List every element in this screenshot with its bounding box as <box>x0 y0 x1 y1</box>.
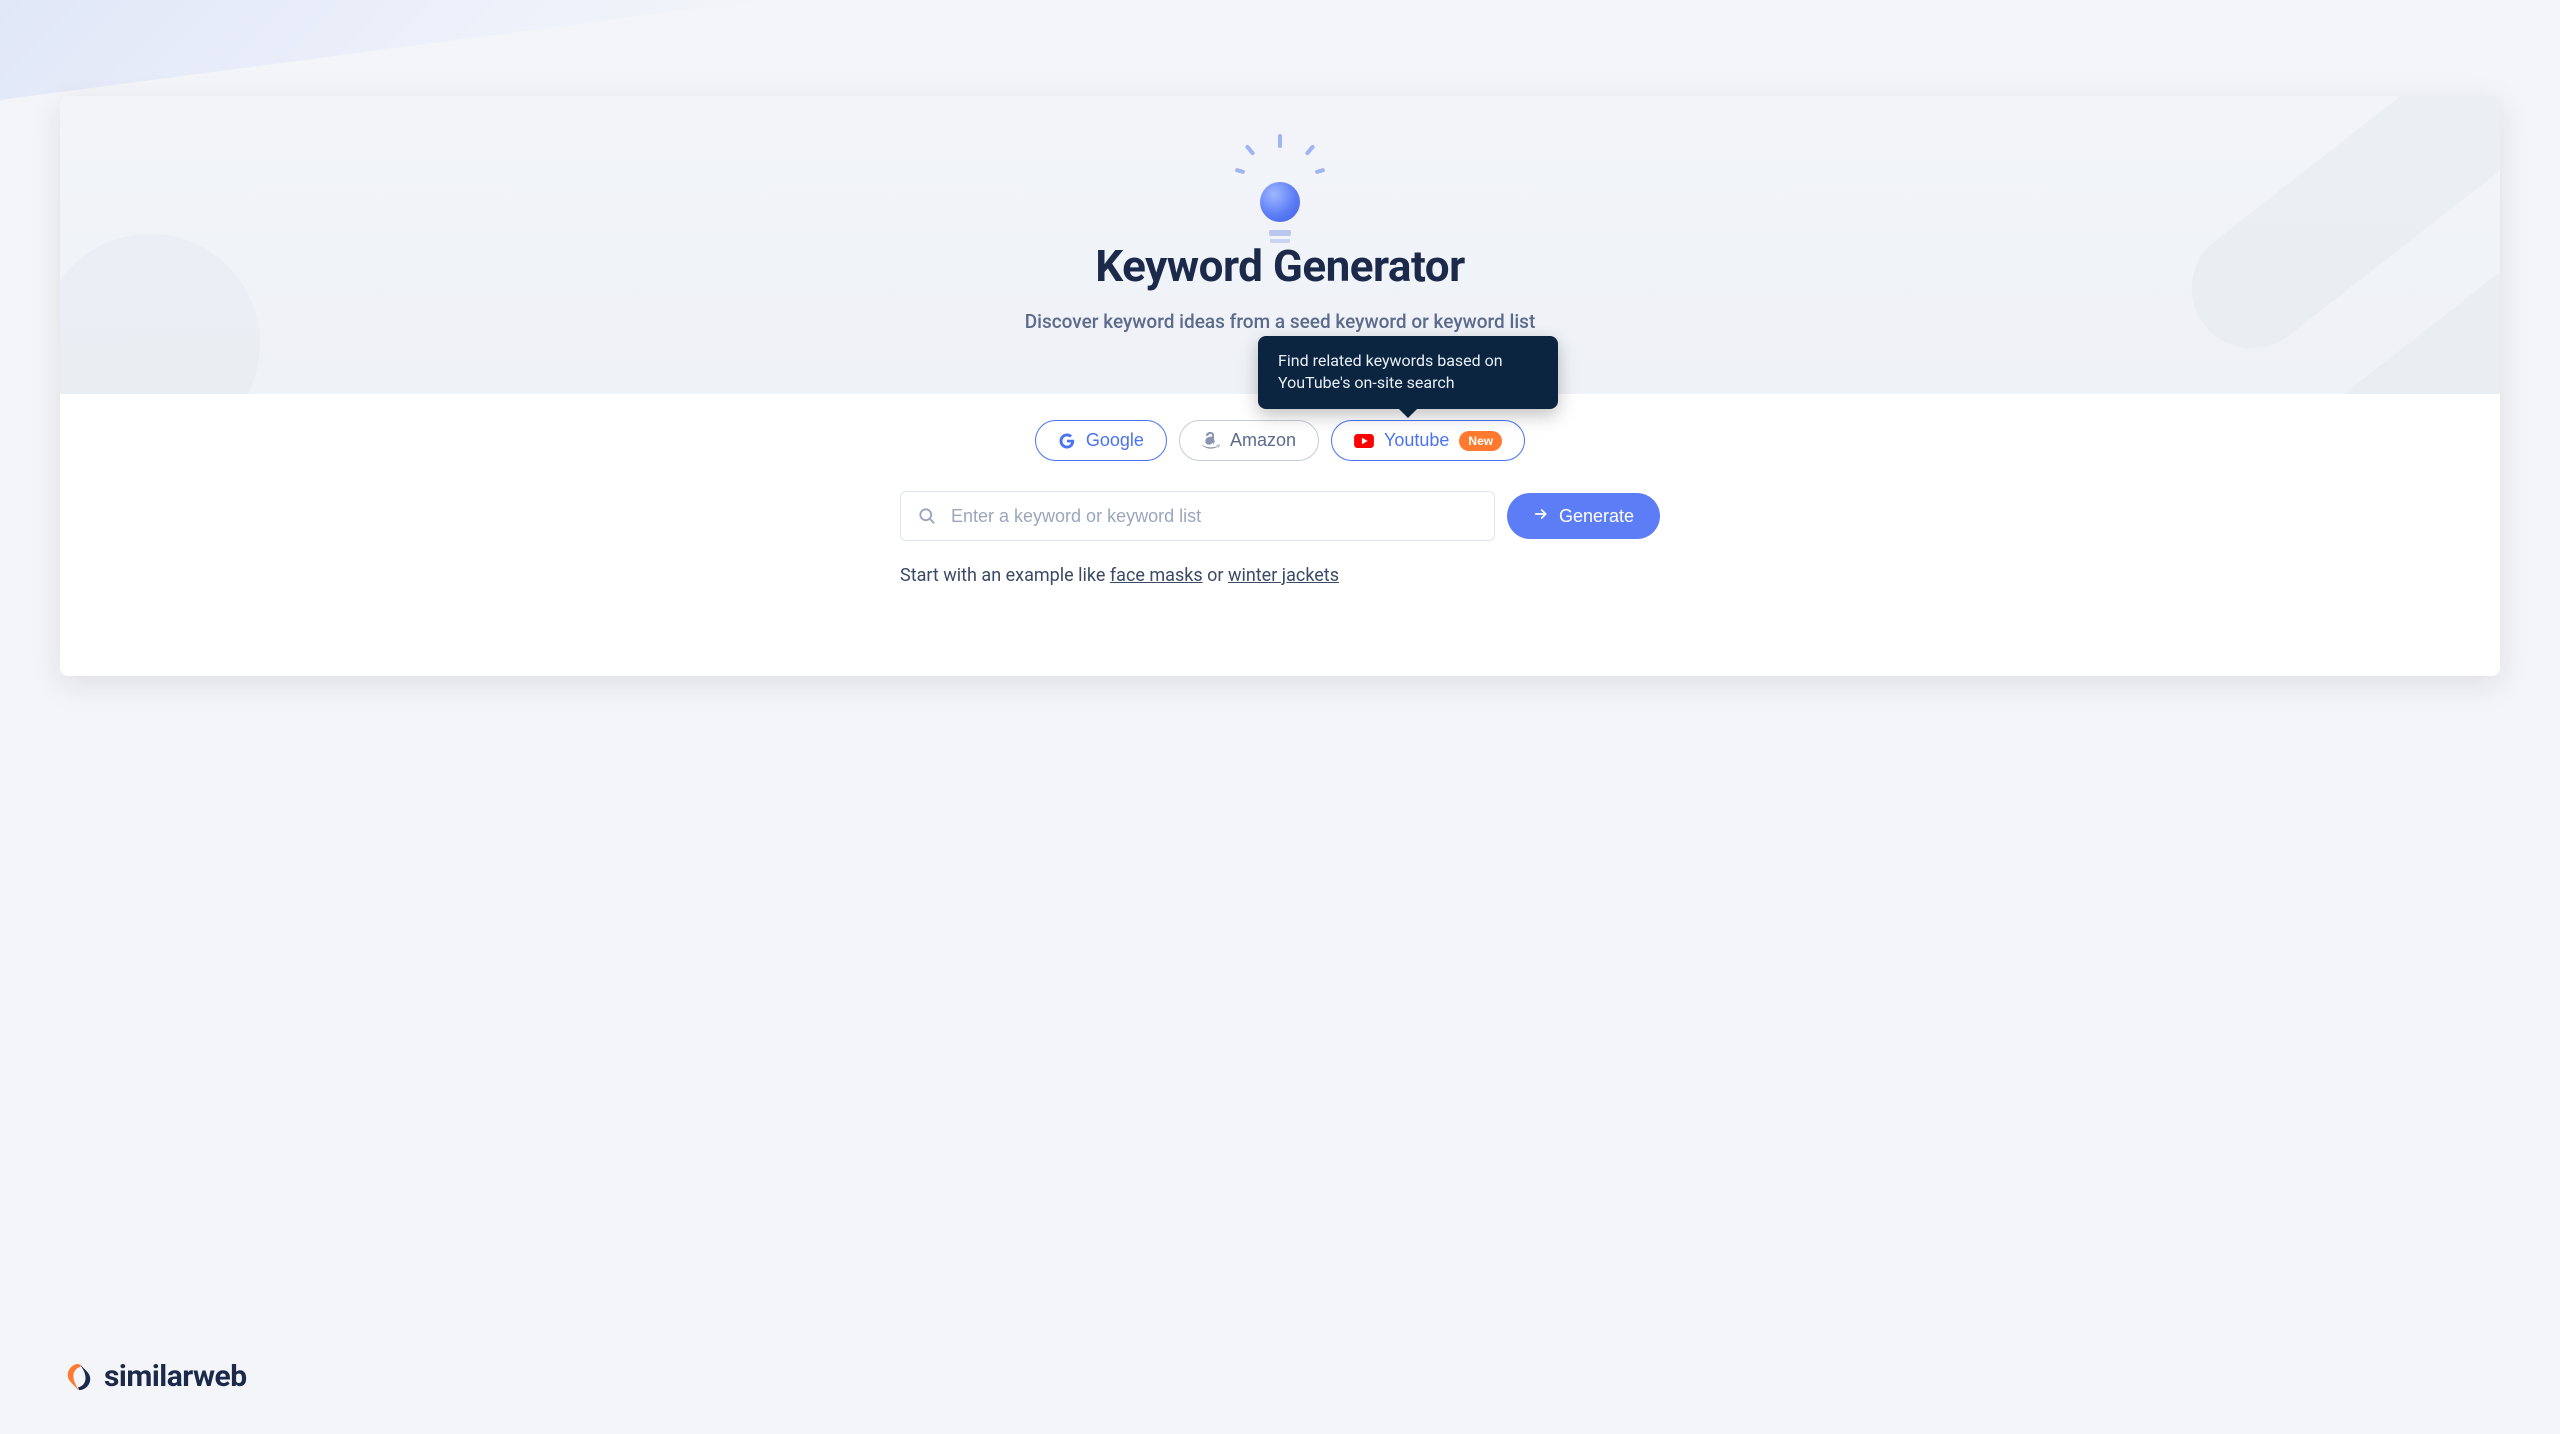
page-subtitle: Discover keyword ideas from a seed keywo… <box>1025 310 1536 333</box>
brand-logo: similarweb <box>64 1359 247 1394</box>
keyword-generator-card: Keyword Generator Discover keyword ideas… <box>60 96 2500 676</box>
card-body: Google Amazon Youtube New <box>60 394 2500 586</box>
youtube-icon <box>1354 434 1374 448</box>
source-selector-row: Google Amazon Youtube New <box>1035 420 1525 461</box>
page-title: Keyword Generator <box>1095 240 1465 292</box>
lightbulb-icon <box>1240 138 1320 222</box>
source-chip-amazon[interactable]: Amazon <box>1179 420 1319 461</box>
source-chip-label: Google <box>1086 430 1144 451</box>
brand-name: similarweb <box>104 1359 247 1394</box>
similarweb-icon <box>64 1362 94 1392</box>
keyword-search-box[interactable] <box>900 491 1495 541</box>
google-icon <box>1058 432 1076 450</box>
keyword-input[interactable] <box>951 506 1478 527</box>
generate-button[interactable]: Generate <box>1507 493 1660 539</box>
search-row: Generate <box>900 491 1660 541</box>
examples-hint: Start with an example like face masks or… <box>900 565 1660 586</box>
new-badge: New <box>1459 431 1502 451</box>
examples-prefix: Start with an example like <box>900 565 1110 586</box>
source-chip-label: Amazon <box>1230 430 1296 451</box>
source-chip-youtube[interactable]: Youtube New <box>1331 420 1525 461</box>
source-chip-label: Youtube <box>1384 430 1449 451</box>
example-link-face-masks[interactable]: face masks <box>1110 565 1203 586</box>
bg-decor-triangle <box>0 0 760 100</box>
examples-middle: or <box>1203 565 1228 586</box>
amazon-icon <box>1202 432 1220 450</box>
generate-button-label: Generate <box>1559 506 1634 527</box>
example-link-winter-jackets[interactable]: winter jackets <box>1228 565 1339 586</box>
arrow-right-icon <box>1533 506 1549 527</box>
source-chip-google[interactable]: Google <box>1035 420 1167 461</box>
youtube-tooltip: Find related keywords based on YouTube's… <box>1258 336 1558 409</box>
search-icon <box>917 506 937 526</box>
hero-decor-circle <box>60 234 260 394</box>
